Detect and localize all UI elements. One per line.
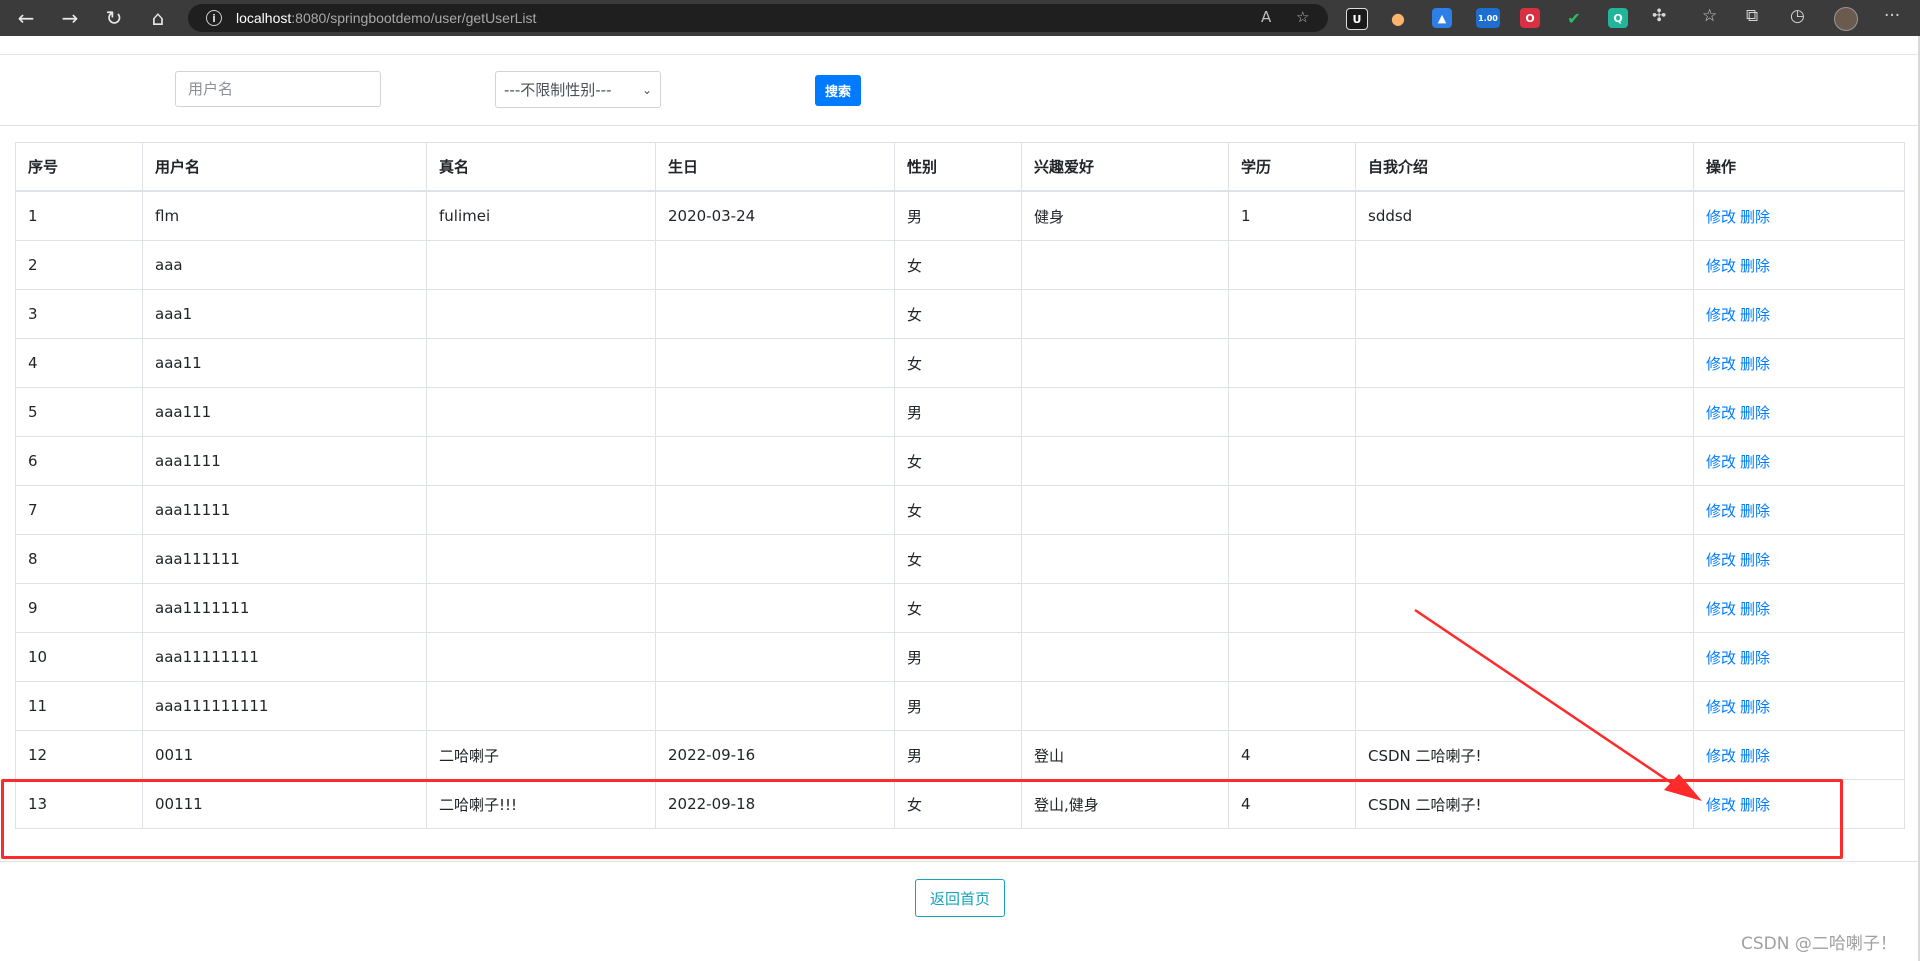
watermark: CSDN @二哈喇子！ [1741, 934, 1897, 954]
return-home-button[interactable]: 返回首页 [915, 879, 1005, 917]
annotation-arrow [1414, 608, 1702, 801]
